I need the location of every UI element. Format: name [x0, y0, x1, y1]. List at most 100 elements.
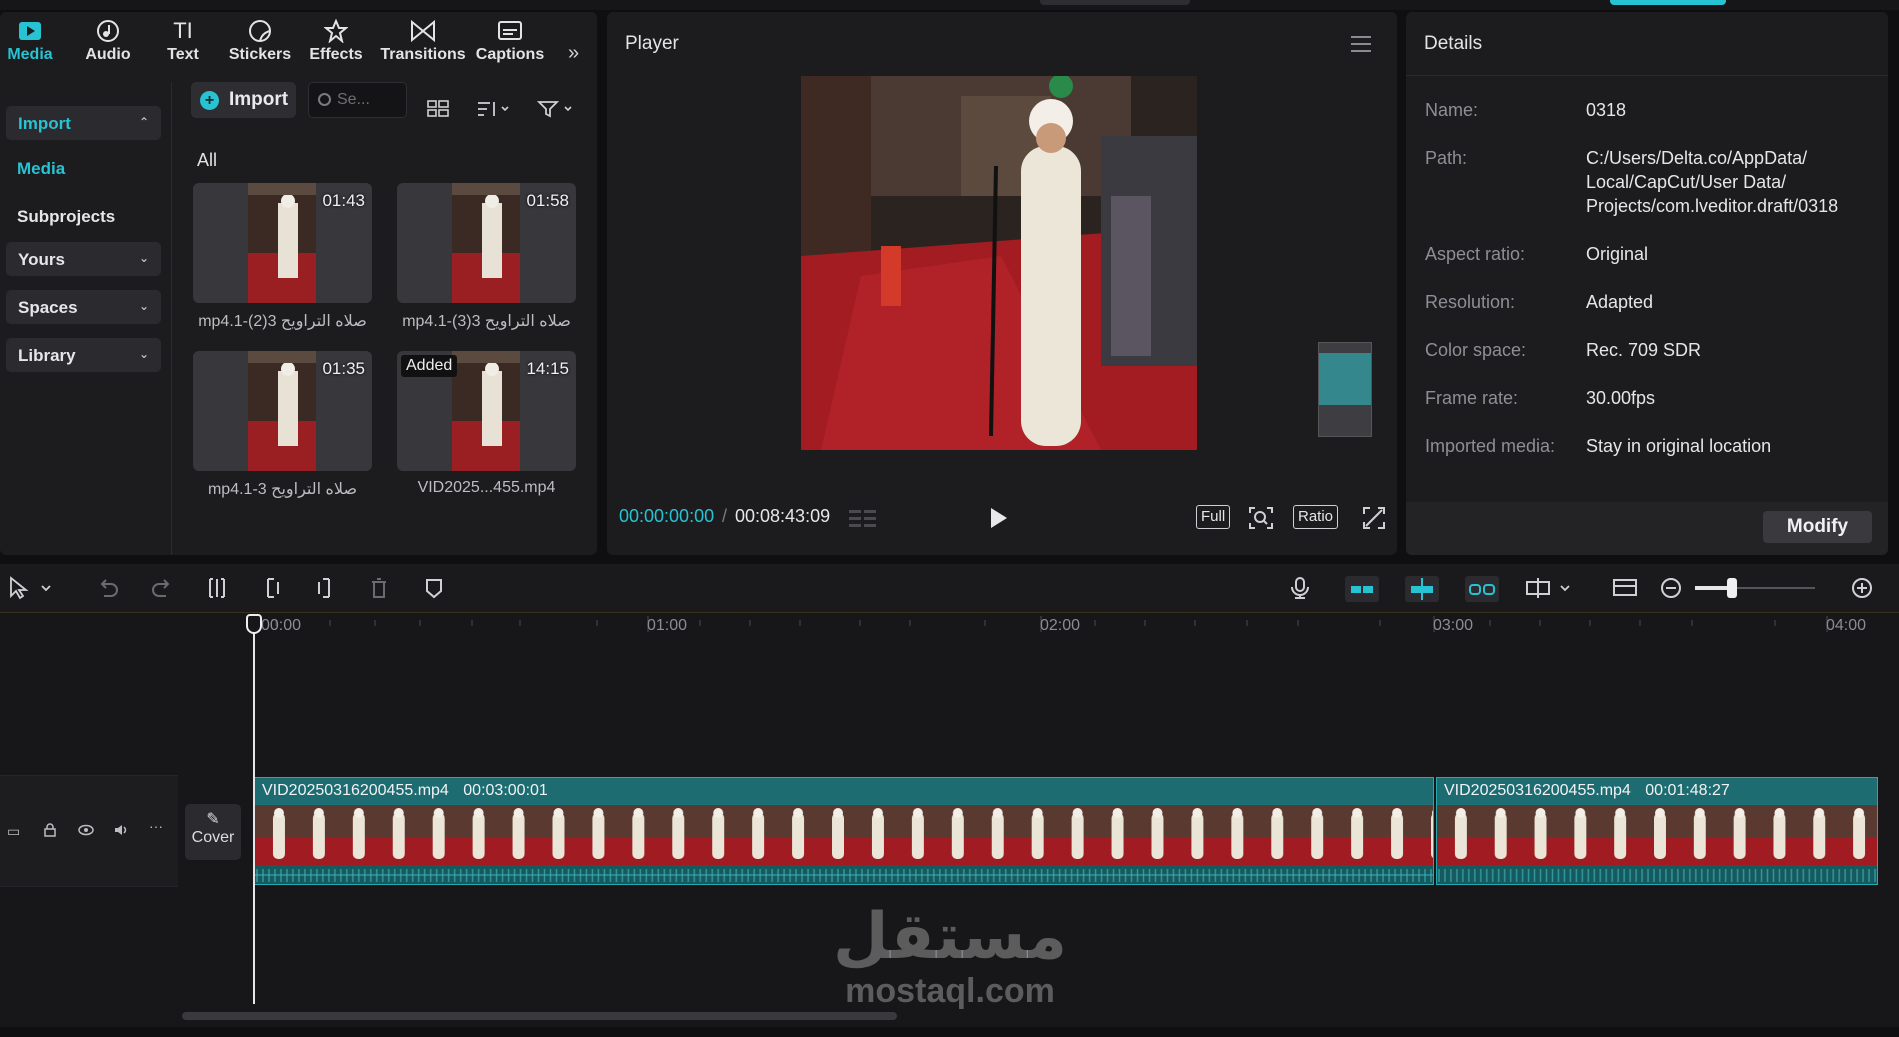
media-thumbnail: 01:58: [397, 183, 576, 303]
media-thumbnail: 01:35: [193, 351, 372, 471]
media-sidebar: Import ⌃ Media Subprojects Yours ⌄ Space…: [0, 82, 172, 555]
tab-transitions[interactable]: Transitions: [380, 16, 466, 72]
marker-icon[interactable]: [422, 576, 446, 600]
sidebar-yours[interactable]: Yours ⌄: [6, 242, 161, 276]
lock-icon[interactable]: [43, 823, 57, 837]
zoom-in-icon[interactable]: [1850, 576, 1874, 600]
auto-snap-icon[interactable]: [1405, 576, 1439, 602]
current-time: 00:00:00:00: [619, 506, 715, 526]
sidebar-import-label: Import: [18, 114, 71, 133]
media-name: صلاه التراويح 3(3)-1.mp4: [402, 313, 571, 330]
top-tab[interactable]: [1040, 0, 1190, 5]
tab-audio[interactable]: Audio: [83, 16, 133, 72]
clip-header: VID20250316200455.mp4 00:03:00:01: [255, 778, 1433, 804]
tab-label: Transitions: [380, 46, 466, 63]
ratio-button[interactable]: Ratio: [1293, 505, 1339, 529]
sidebar-import[interactable]: Import ⌃: [6, 106, 161, 140]
microphone-icon[interactable]: [1288, 576, 1312, 600]
view-grid-icon[interactable]: [427, 100, 449, 122]
timeline-toolbar: [0, 564, 1899, 612]
linkage-icon[interactable]: [1465, 576, 1499, 602]
top-export-tab[interactable]: [1610, 0, 1726, 5]
tab-captions[interactable]: Captions: [476, 16, 544, 72]
category-tabbar: Media Audio TI Text Stickers Effects Tra…: [0, 12, 597, 72]
sidebar-spaces[interactable]: Spaces ⌄: [6, 290, 161, 324]
tab-effects[interactable]: Effects: [309, 16, 363, 72]
watermark-text: mostaql.com: [845, 972, 1055, 1010]
media-duration: 01:43: [322, 191, 365, 210]
sidebar-item-subprojects[interactable]: Subprojects: [17, 207, 115, 227]
select-tool-icon[interactable]: [8, 576, 54, 600]
timeline-scrollbar[interactable]: [182, 1012, 897, 1020]
added-badge: Added: [401, 355, 458, 377]
detail-value: C:/Users/Delta.co/AppData/ Local/CapCut/…: [1586, 148, 1839, 216]
filter-all-label[interactable]: All: [197, 150, 217, 171]
more-icon[interactable]: ···: [149, 818, 163, 834]
redo-icon[interactable]: [150, 576, 174, 600]
detail-key: Path:: [1425, 148, 1468, 168]
timeline-clip[interactable]: VID20250316200455.mp4 00:03:00:01: [254, 777, 1434, 885]
thumbnail-image: [248, 351, 316, 471]
ruler-label: 01:00: [647, 617, 688, 634]
sort-icon[interactable]: [476, 100, 512, 122]
detail-key: Frame rate:: [1425, 388, 1519, 408]
tab-text[interactable]: TI Text: [163, 16, 203, 72]
main-track-magnet-icon[interactable]: [1345, 576, 1379, 602]
media-duration: 14:15: [526, 359, 569, 378]
tab-media[interactable]: Media: [5, 16, 55, 72]
sidebar-library[interactable]: Library ⌄: [6, 338, 161, 372]
media-thumbnail: 01:43: [193, 183, 372, 303]
playhead[interactable]: [253, 614, 255, 1004]
sidebar-spaces-label: Spaces: [18, 298, 78, 317]
modify-button[interactable]: Modify: [1763, 511, 1872, 543]
total-time: 00:08:43:09: [735, 506, 831, 526]
captions-icon: [497, 16, 523, 46]
delete-left-icon[interactable]: [260, 576, 284, 600]
media-thumbnail: Added 14:15: [397, 351, 576, 471]
delete-right-icon[interactable]: [313, 576, 337, 600]
sidebar-item-media[interactable]: Media: [17, 159, 65, 179]
ruler-label: 04:00: [1826, 617, 1867, 634]
zoom-slider-handle[interactable]: [1727, 578, 1737, 598]
full-quality-button[interactable]: Full: [1196, 505, 1231, 529]
import-button[interactable]: + Import: [191, 82, 296, 118]
playhead-handle[interactable]: [246, 614, 262, 634]
text-icon: TI: [173, 18, 193, 43]
chevron-up-icon: ⌃: [138, 115, 149, 129]
chevron-down-icon: ⌄: [138, 299, 149, 313]
timeline-clip[interactable]: VID20250316200455.mp4 00:01:48:27: [1436, 777, 1878, 885]
effects-icon: [324, 16, 348, 46]
volume-icon[interactable]: [113, 823, 129, 837]
preview-axis-icon[interactable]: [1525, 576, 1575, 600]
import-button-label: Import: [229, 89, 289, 110]
undo-icon[interactable]: [96, 576, 120, 600]
detail-key: Resolution:: [1425, 292, 1516, 312]
zoom-out-icon[interactable]: [1659, 576, 1683, 600]
cover-label: Cover: [191, 829, 235, 846]
search-input[interactable]: Se...: [308, 82, 407, 118]
detail-value: 0318: [1586, 100, 1627, 120]
tab-stickers[interactable]: Stickers: [229, 16, 291, 72]
cover-button[interactable]: ✎ Cover: [185, 804, 241, 860]
preview-scrubber[interactable]: [1318, 342, 1372, 437]
detail-value: Original: [1586, 244, 1649, 264]
split-icon[interactable]: [205, 576, 229, 600]
tab-label: Effects: [309, 46, 363, 63]
eye-icon[interactable]: [78, 823, 94, 837]
thumbnail-image: [452, 183, 520, 303]
tab-label: Audio: [85, 46, 131, 63]
zoom-fit-icon[interactable]: [1248, 506, 1274, 530]
thumbnail-view-icon[interactable]: [1612, 576, 1640, 600]
fullscreen-icon[interactable]: [1362, 506, 1386, 530]
menu-icon[interactable]: [1351, 36, 1371, 57]
trash-icon[interactable]: [367, 576, 391, 600]
track-video-icon[interactable]: ▭: [7, 823, 20, 840]
detail-key: Imported media:: [1425, 436, 1556, 456]
detail-key: Name:: [1425, 100, 1479, 120]
player-panel: Player 00:00:00:00 / 00:08:43:09 Full Ra…: [607, 12, 1397, 555]
audio-meter-icon: [849, 510, 876, 527]
filter-icon[interactable]: [536, 100, 575, 122]
play-icon[interactable]: [991, 508, 1007, 528]
clip-name: VID20250316200455.mp4: [1444, 782, 1631, 799]
more-tabs-icon[interactable]: »: [568, 42, 579, 65]
